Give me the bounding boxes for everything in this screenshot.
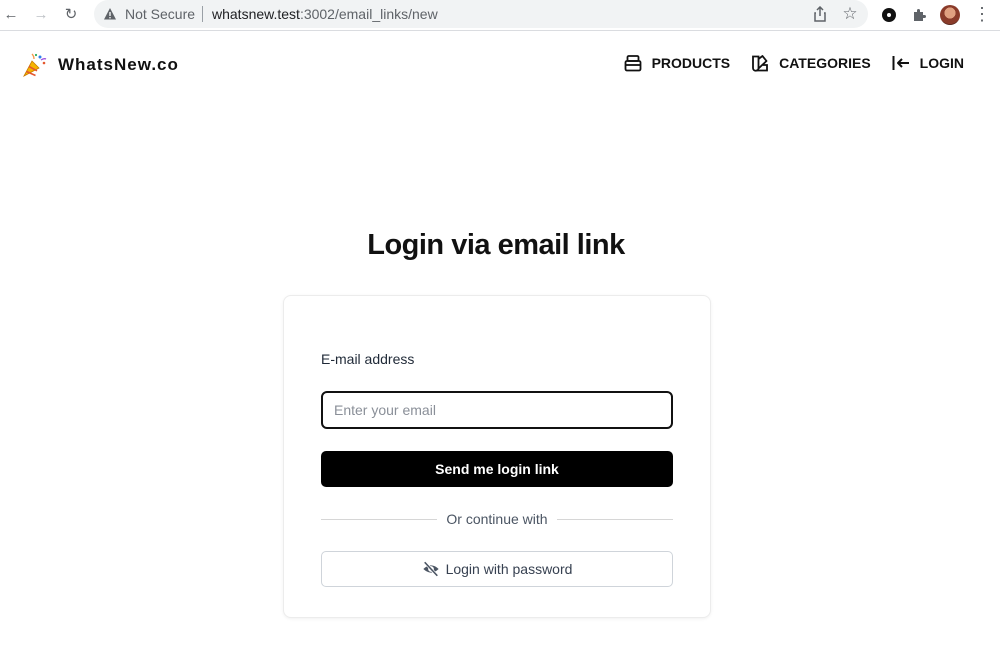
eye-off-icon xyxy=(422,561,439,577)
nav-login-label: LOGIN xyxy=(919,55,964,71)
url-path: :3002/email_links/new xyxy=(299,6,438,22)
nav-products-label: PRODUCTS xyxy=(651,55,731,71)
nav-products[interactable]: PRODUCTS xyxy=(623,53,731,73)
warning-icon xyxy=(104,8,116,20)
reload-icon[interactable]: ↻ xyxy=(60,4,82,26)
login-card: E-mail address Send me login link Or con… xyxy=(283,295,711,618)
box-icon xyxy=(624,55,641,72)
separator xyxy=(202,6,203,22)
login-with-password-button[interactable]: Login with password xyxy=(321,551,673,587)
party-popper-icon xyxy=(23,53,47,77)
nav-categories-label: CATEGORIES xyxy=(779,55,871,71)
brand-name: WhatsNew.co xyxy=(58,55,179,74)
nav-login[interactable]: LOGIN xyxy=(891,53,964,73)
main-nav: PRODUCTS CATEGORIES LOGIN xyxy=(603,53,964,73)
site-header: WhatsNew.co PRODUCTS CATEGORIES LOGIN xyxy=(0,31,1000,101)
share-icon[interactable] xyxy=(810,4,830,24)
forward-icon[interactable]: → xyxy=(30,4,52,26)
back-icon[interactable]: ← xyxy=(0,4,22,26)
swatch-icon xyxy=(752,55,769,72)
url-host: whatsnew.test xyxy=(212,6,300,22)
email-input[interactable] xyxy=(321,391,673,429)
nav-categories[interactable]: CATEGORIES xyxy=(750,53,871,73)
security-label[interactable]: Not Secure xyxy=(125,6,195,22)
bookmark-star-icon[interactable]: ☆ xyxy=(840,4,860,24)
profile-avatar[interactable] xyxy=(939,4,961,26)
page-title: Login via email link xyxy=(367,229,625,261)
or-continue-divider: Or continue with xyxy=(321,510,673,528)
browser-toolbar: ← → ↻ Not Secure whatsnew.test:3002/emai… xyxy=(0,0,1000,31)
menu-kebab-icon[interactable]: ⋮ xyxy=(973,5,991,25)
brand-link[interactable]: WhatsNew.co xyxy=(22,52,179,78)
extension-icon[interactable] xyxy=(878,4,900,26)
login-arrow-icon xyxy=(892,56,909,70)
address-bar[interactable]: Not Secure whatsnew.test:3002/email_link… xyxy=(94,0,868,28)
divider-text: Or continue with xyxy=(438,511,556,527)
puzzle-icon[interactable] xyxy=(908,4,930,26)
send-login-link-button[interactable]: Send me login link xyxy=(321,451,673,487)
email-label: E-mail address xyxy=(321,351,415,367)
url-text[interactable]: whatsnew.test:3002/email_links/new xyxy=(212,6,438,22)
login-with-password-label: Login with password xyxy=(445,561,573,577)
